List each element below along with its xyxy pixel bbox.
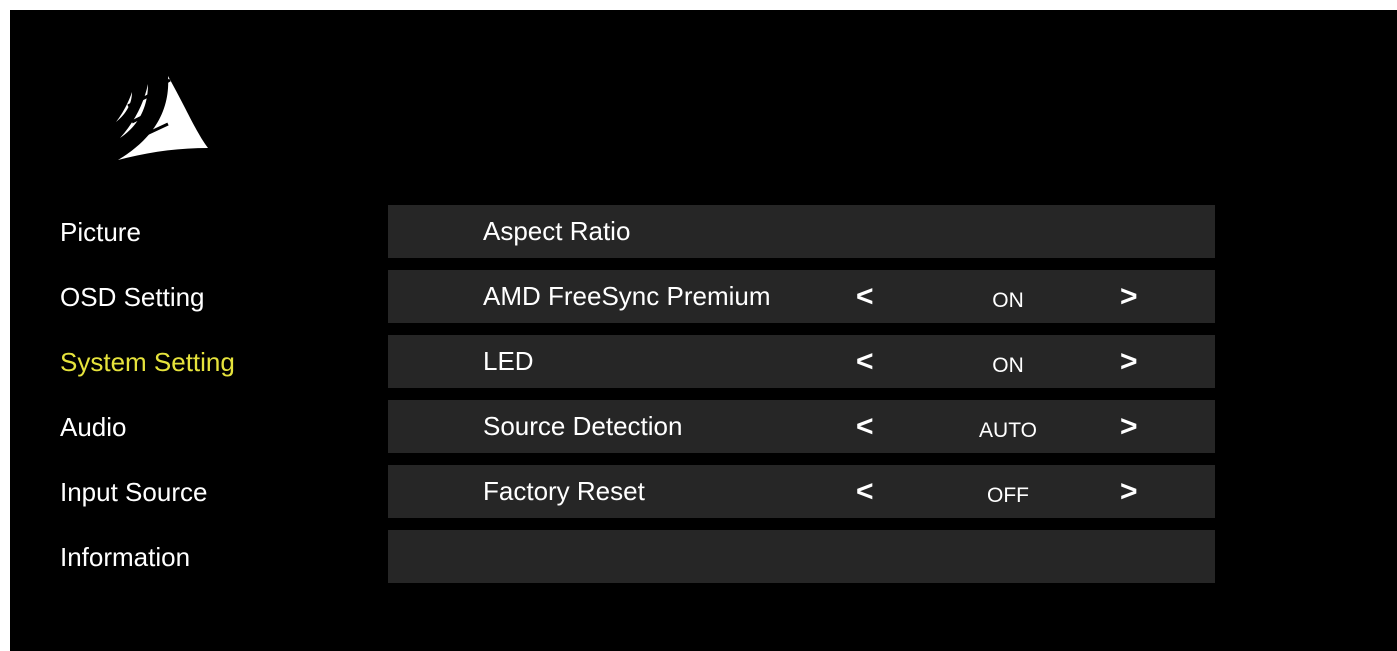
decrease-arrow[interactable]: <: [856, 335, 874, 388]
setting-label: Factory Reset: [483, 476, 645, 506]
settings-panel: Aspect Ratio AMD FreeSync Premium < ON >…: [388, 205, 1215, 595]
decrease-arrow[interactable]: <: [856, 270, 874, 323]
menu-item-system-setting[interactable]: System Setting: [60, 335, 360, 400]
increase-arrow[interactable]: >: [1120, 465, 1138, 518]
setting-value: AUTO: [979, 419, 1037, 442]
setting-row-aspect-ratio[interactable]: Aspect Ratio: [388, 205, 1215, 258]
setting-label: Aspect Ratio: [483, 216, 631, 246]
setting-value: OFF: [987, 484, 1029, 507]
setting-row-source-detection[interactable]: Source Detection < AUTO >: [388, 400, 1215, 453]
increase-arrow[interactable]: >: [1120, 270, 1138, 323]
setting-row-empty: [388, 530, 1215, 583]
setting-value: ON: [992, 354, 1024, 377]
menu-item-information[interactable]: Information: [60, 530, 360, 595]
corsair-sails-icon: [108, 66, 208, 162]
decrease-arrow[interactable]: <: [856, 400, 874, 453]
increase-arrow[interactable]: >: [1120, 335, 1138, 388]
setting-value: ON: [992, 289, 1024, 312]
osd-main-menu: Picture OSD Setting System Setting Audio…: [60, 205, 360, 595]
menu-item-osd-setting[interactable]: OSD Setting: [60, 270, 360, 335]
setting-label: Source Detection: [483, 411, 683, 441]
menu-item-picture[interactable]: Picture: [60, 205, 360, 270]
increase-arrow[interactable]: >: [1120, 400, 1138, 453]
setting-label: AMD FreeSync Premium: [483, 281, 771, 311]
menu-item-audio[interactable]: Audio: [60, 400, 360, 465]
menu-item-input-source[interactable]: Input Source: [60, 465, 360, 530]
setting-row-factory-reset[interactable]: Factory Reset < OFF >: [388, 465, 1215, 518]
setting-label: LED: [483, 346, 534, 376]
decrease-arrow[interactable]: <: [856, 465, 874, 518]
setting-row-led[interactable]: LED < ON >: [388, 335, 1215, 388]
setting-row-amd-freesync-premium[interactable]: AMD FreeSync Premium < ON >: [388, 270, 1215, 323]
osd-window: Picture OSD Setting System Setting Audio…: [10, 10, 1397, 651]
